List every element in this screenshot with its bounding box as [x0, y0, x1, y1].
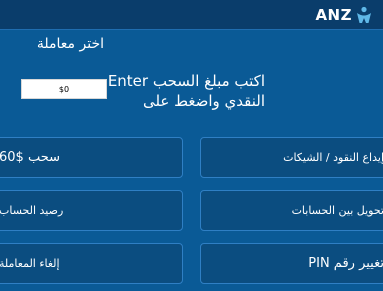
withdraw-60-label: سحب $60	[0, 150, 60, 165]
withdraw-60-button[interactable]: سحب $60	[0, 137, 183, 178]
amount-prompt: اكتب مبلغ السحب Enter النقدي واضغط على	[85, 71, 265, 111]
transfer-label: تحويل بين الحسابات	[291, 204, 383, 217]
balance-label: رصيد الحساب	[0, 204, 64, 217]
anz-logo: ANZ	[315, 5, 373, 25]
prompt-line-2: النقدي واضغط على	[142, 92, 265, 110]
cancel-label: إلغاء المعاملة	[0, 257, 60, 270]
transfer-button[interactable]: تحويل بين الحسابات	[200, 190, 383, 231]
cancel-transaction-button[interactable]: إلغاء المعاملة	[0, 243, 183, 284]
change-pin-button[interactable]: تغيير رقم PIN	[200, 243, 383, 284]
anz-person-icon	[357, 6, 371, 23]
screen-title: اختر معاملة	[36, 36, 104, 52]
deposit-button[interactable]: إيداع النقود / الشيكات	[200, 137, 383, 178]
balance-button[interactable]: رصيد الحساب	[0, 190, 183, 231]
prompt-line-1: اكتب مبلغ السحب Enter	[107, 72, 265, 90]
deposit-label: إيداع النقود / الشيكات	[283, 151, 383, 164]
logo-text: ANZ	[315, 6, 352, 24]
top-bar: ANZ	[0, 0, 383, 30]
change-pin-label: تغيير رقم PIN	[308, 256, 383, 271]
